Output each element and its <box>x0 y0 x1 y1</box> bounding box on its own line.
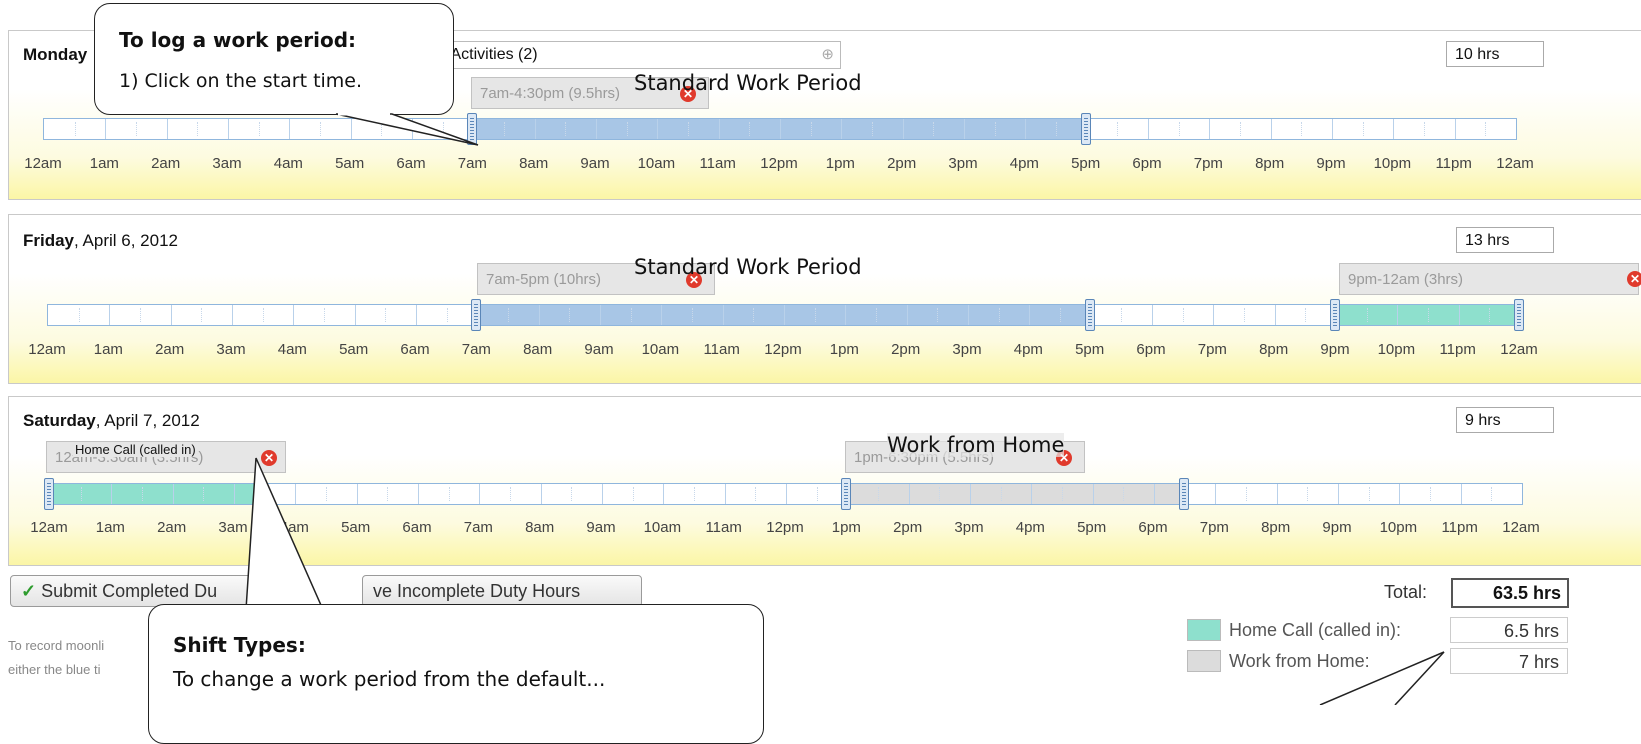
legend-pointer <box>1319 651 1445 705</box>
